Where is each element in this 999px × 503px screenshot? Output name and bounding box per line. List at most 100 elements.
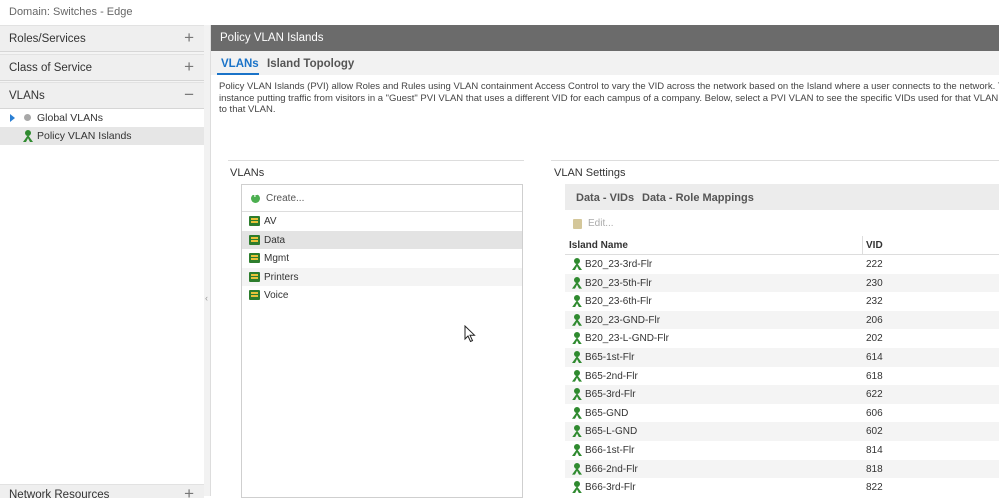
tree-item-label: Policy VLAN Islands — [37, 130, 132, 142]
vid-value: 822 — [866, 482, 883, 494]
panel-splitter[interactable]: ‹ — [204, 25, 211, 496]
vlan-icon — [249, 271, 260, 282]
tab-vlans[interactable]: VLANs — [221, 58, 259, 70]
divider — [551, 160, 999, 161]
vid-value: 206 — [866, 314, 883, 326]
table-row[interactable]: B65-3rd-Flr 622 — [565, 385, 999, 404]
collapse-icon[interactable]: − — [184, 86, 194, 104]
edit-button[interactable]: Edit... — [588, 218, 614, 229]
island-name: B65-1st-Flr — [585, 352, 635, 363]
tab-island-topology[interactable]: Island Topology — [267, 58, 354, 70]
globe-icon — [24, 114, 31, 121]
table-row[interactable]: B65-2nd-Flr 618 — [565, 367, 999, 386]
description-text: Policy VLAN Islands (PVI) allow Roles an… — [219, 81, 999, 116]
section-roles-services[interactable]: Roles/Services + — [0, 25, 204, 52]
table-row[interactable]: B66-1st-Flr 814 — [565, 441, 999, 460]
island-name: B65-2nd-Flr — [585, 370, 638, 382]
island-name: B20_23-3rd-Flr — [585, 259, 653, 270]
list-item-label: Mgmt — [264, 253, 289, 264]
list-item-label: Voice — [264, 290, 289, 301]
table-row[interactable]: B65-L-GND 602 — [565, 422, 999, 441]
section-label: Class of Service — [9, 62, 93, 74]
vlan-icon — [249, 216, 260, 226]
expand-icon[interactable]: + — [184, 485, 194, 503]
island-name: B20_23-L-GND-Flr — [585, 333, 669, 345]
list-item[interactable]: Voice — [242, 286, 522, 305]
list-item-label: Printers — [264, 271, 299, 283]
tree-item-global-vlans[interactable]: Global VLANs — [0, 109, 204, 127]
pvi-island-icon — [571, 481, 583, 493]
vid-value: 618 — [866, 370, 883, 382]
column-header-vid[interactable]: VID — [866, 240, 883, 251]
pvi-island-icon — [571, 258, 583, 270]
left-sidebar: Roles/Services + Class of Service + VLAN… — [0, 25, 205, 503]
vid-value: 622 — [866, 389, 883, 401]
table-row[interactable]: B65-1st-Flr 614 — [565, 348, 999, 367]
pvi-island-icon — [571, 369, 583, 382]
vid-value: 202 — [866, 333, 883, 345]
island-name: B65-GND — [585, 407, 629, 419]
edit-icon[interactable] — [573, 219, 582, 229]
table-row[interactable]: B66-3rd-Flr 822 — [565, 478, 999, 497]
vid-value: 230 — [866, 277, 883, 289]
domain-label: Domain: Switches - Edge — [9, 6, 133, 18]
tab-data-vids[interactable]: Data - VIDs — [576, 192, 634, 204]
collapse-arrow-icon[interactable]: ‹ — [205, 293, 208, 303]
tab-data-role-mappings[interactable]: Data - Role Mappings — [642, 192, 754, 204]
main-panel: Policy VLAN Islands VLANs Island Topolog… — [211, 25, 999, 498]
table-row[interactable]: B65-GND 606 — [565, 404, 999, 423]
column-divider[interactable] — [862, 236, 863, 254]
list-item[interactable]: Data — [242, 230, 522, 249]
section-class-of-service[interactable]: Class of Service + — [0, 54, 204, 81]
island-name: B66-3rd-Flr — [585, 482, 636, 494]
pvi-island-icon — [22, 130, 34, 142]
section-label: Network Resources — [9, 489, 110, 501]
expand-icon[interactable]: + — [184, 58, 194, 76]
create-button[interactable]: Create... — [266, 193, 304, 204]
section-label: VLANs — [9, 90, 45, 102]
table-row[interactable]: B20_23-6th-Flr 232 — [565, 292, 999, 311]
vid-value: 602 — [866, 426, 883, 438]
top-bar: Domain: Switches - Edge — [0, 0, 999, 25]
section-label: Roles/Services — [9, 33, 86, 45]
divider — [228, 160, 524, 161]
vid-value: 818 — [866, 463, 883, 475]
island-name: B66-1st-Flr — [585, 445, 635, 456]
pvi-island-icon — [571, 444, 583, 456]
page-title: Policy VLAN Islands — [220, 32, 324, 44]
island-name: B65-L-GND — [585, 426, 638, 438]
vlans-tree: Global VLANs Policy VLAN Islands — [0, 109, 204, 484]
island-name: B66-2nd-Flr — [585, 463, 638, 475]
tree-item-label: Global VLANs — [37, 112, 103, 124]
column-header-island-name[interactable]: Island Name — [569, 240, 628, 251]
section-vlans[interactable]: VLANs − — [0, 82, 204, 109]
expand-icon[interactable]: + — [184, 29, 194, 47]
island-name: B20_23-GND-Flr — [585, 314, 661, 326]
add-icon[interactable] — [251, 190, 260, 203]
vid-value: 232 — [866, 296, 883, 308]
pvi-island-icon — [571, 425, 583, 437]
list-item[interactable]: Mgmt — [242, 249, 522, 268]
table-row[interactable]: B20_23-L-GND-Flr 202 — [565, 329, 999, 348]
table-row[interactable]: B20_23-3rd-Flr 222 — [565, 255, 999, 274]
vlan-icon — [249, 290, 260, 300]
table-row[interactable]: B20_23-5th-Flr 230 — [565, 273, 999, 293]
expand-arrow-icon[interactable] — [10, 114, 15, 122]
description-line: to that VLAN. — [219, 104, 276, 115]
vlan-settings-title: VLAN Settings — [554, 167, 626, 179]
tree-item-policy-vlan-islands[interactable]: Policy VLAN Islands — [0, 127, 204, 145]
table-row[interactable]: B66-2nd-Flr 818 — [565, 459, 999, 479]
pvi-island-icon — [571, 313, 583, 326]
vlan-icon — [249, 234, 260, 245]
table-row[interactable]: B20_23-GND-Flr 206 — [565, 310, 999, 330]
vlans-toolbar: Create... — [242, 185, 522, 212]
pvi-island-icon — [571, 276, 583, 289]
vid-value: 606 — [866, 407, 883, 419]
pvi-island-icon — [571, 332, 583, 344]
active-tab-indicator — [217, 73, 259, 75]
description-line: Policy VLAN Islands (PVI) allow Roles an… — [219, 81, 999, 92]
list-item[interactable]: Printers — [242, 267, 522, 286]
list-item[interactable]: AV — [242, 212, 522, 231]
vlans-panel-title: VLANs — [230, 167, 265, 179]
pvi-island-icon — [571, 462, 583, 475]
